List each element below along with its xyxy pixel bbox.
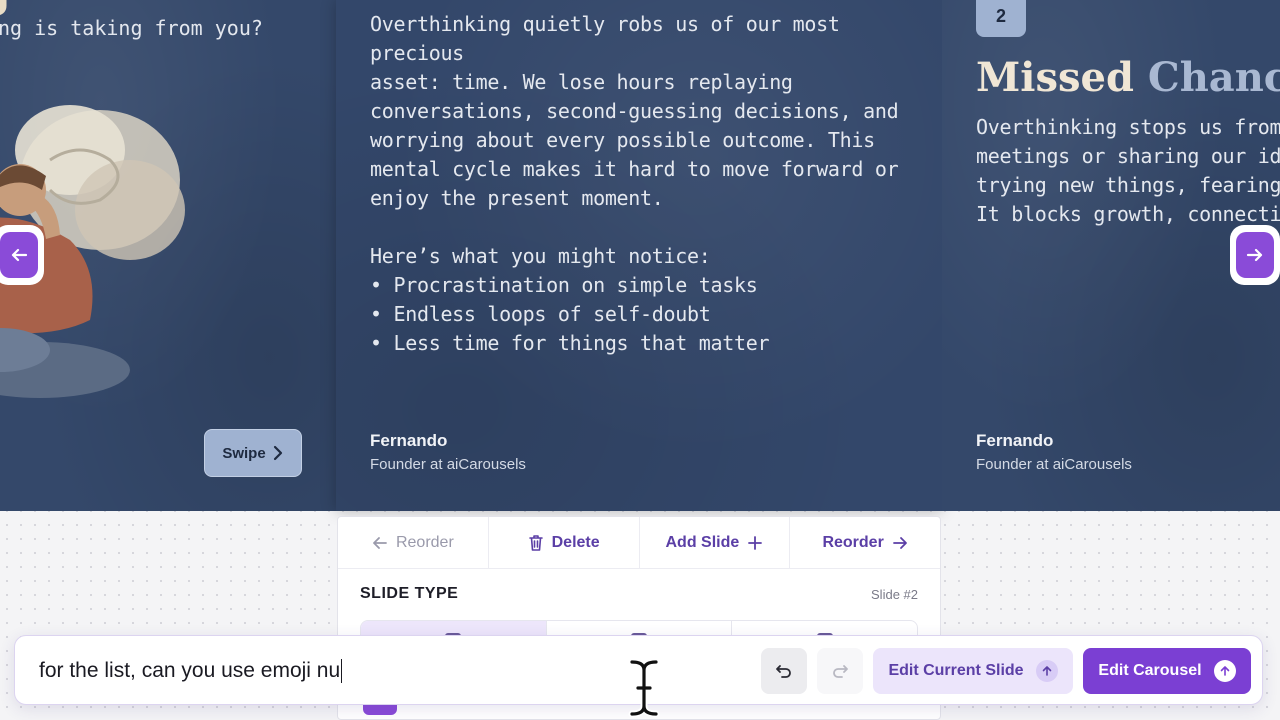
body-line: trying new things, fearing w [976,173,1280,197]
body-line: enjoy the present moment. [370,186,664,210]
body-line: Overthinking quietly robs us of our most… [370,12,840,65]
list-item: • Less time for things that matter [370,331,770,355]
author-name: Fernando [370,431,448,450]
add-slide-button[interactable]: Add Slide [640,517,791,568]
arrow-left-icon [373,536,387,549]
slide-number-label: Slide #2 [871,586,918,602]
undo-icon [776,665,791,678]
edit-carousel-label: Edit Carousel [1098,662,1202,679]
reorder-right-button[interactable]: Reorder [790,517,940,568]
arrow-right-icon [1246,248,1263,262]
author-role: Founder at aiCarousels [976,456,1132,473]
slide-2-preview[interactable]: Overthinking quietly robs us of our most… [336,0,942,511]
slide-1-preview[interactable]: g ng is taking from you? Swipe [0,0,336,511]
list-item: • Endless loops of self-doubt [370,302,711,326]
edit-current-slide-button[interactable]: Edit Current Slide [873,648,1073,694]
edit-carousel-button[interactable]: Edit Carousel [1083,648,1251,694]
undo-button[interactable] [761,648,807,694]
swipe-button[interactable]: Swipe [204,429,302,477]
title-main: Missed [976,54,1148,101]
body-line: mental cycle makes it hard to move forwa… [370,157,899,181]
redo-button[interactable] [817,648,863,694]
reorder-right-label: Reorder [822,533,884,551]
slide-2-body: Overthinking quietly robs us of our most… [370,10,930,358]
add-slide-label: Add Slide [665,533,740,551]
slide-number-badge: 2 [976,0,1026,37]
text-cursor-icon [628,658,660,718]
arrow-up-icon [1213,660,1236,682]
next-slide-button[interactable] [1230,225,1280,285]
slide-1-subtitle: ng is taking from you? [0,16,263,40]
delete-slide-button[interactable]: Delete [489,517,640,568]
arrow-left-icon [11,248,28,262]
trash-icon [528,534,543,551]
prompt-input-value: for the list, can you use emoji nu [39,659,341,682]
chevron-right-icon [273,445,282,461]
body-line: conversations, second-guessing decisions… [370,99,899,123]
edit-current-slide-label: Edit Current Slide [888,662,1024,679]
body-line: It blocks growth, connectio [976,202,1280,226]
swipe-label: Swipe [222,444,266,462]
slide-1-title: g [0,0,11,17]
title-accent: Chance [1147,54,1280,101]
previous-slide-button[interactable] [0,225,44,285]
body-line: Overthinking stops us from s [976,115,1280,139]
body-line: worrying about every possible outcome. T… [370,128,875,152]
list-intro: Here’s what you might notice: [370,244,711,268]
partial-toggle-chip [363,705,397,715]
arrow-up-icon [1035,660,1058,682]
slide-3-title: Missed Chance [976,54,1280,101]
slide-type-label: SLIDE TYPE [360,585,459,602]
carousel-preview: g ng is taking from you? Swipe Overthink… [0,0,1280,511]
reorder-left-label: Reorder [395,533,454,551]
slide-toolbar: Reorder Delete Add Slide Reorder [338,517,940,569]
slide-type-header: SLIDE TYPE Slide #2 [360,585,918,603]
slide-3-body: Overthinking stops us from s meetings or… [976,113,1280,229]
list-item: • Procrastination on simple tasks [370,273,758,297]
author-role: Founder at aiCarousels [370,456,526,473]
redo-icon [833,665,848,678]
author-name: Fernando [976,431,1054,450]
plus-icon [748,535,763,550]
delete-label: Delete [551,533,600,551]
text-caret [341,659,343,683]
body-line: asset: time. We lose hours replaying [370,70,793,94]
arrow-right-icon [892,536,907,549]
reorder-left-button[interactable]: Reorder [338,517,489,568]
body-line: meetings or sharing our idea [976,144,1280,168]
